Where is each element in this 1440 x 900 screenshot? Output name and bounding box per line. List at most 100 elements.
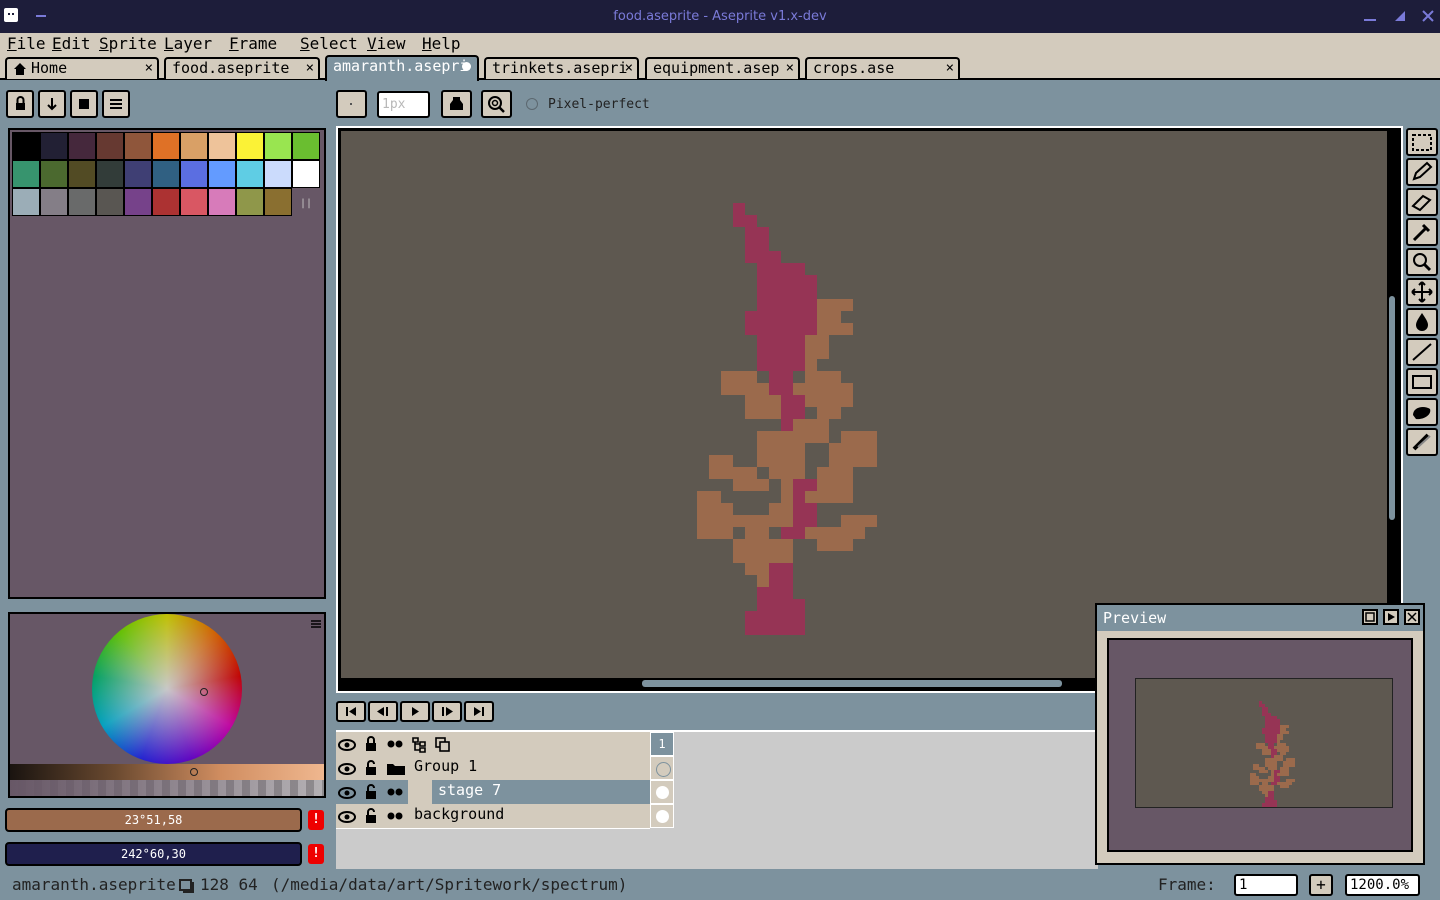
folder-icon[interactable] bbox=[384, 758, 408, 778]
continuous-icon[interactable] bbox=[384, 734, 406, 754]
palette-swatch[interactable] bbox=[12, 132, 40, 160]
lock-palette-button[interactable] bbox=[6, 90, 34, 118]
blur-tool-button[interactable] bbox=[1406, 428, 1438, 456]
frame-input[interactable]: 1 bbox=[1234, 874, 1298, 896]
shade-bar[interactable] bbox=[10, 764, 324, 780]
swatch-size-button[interactable] bbox=[70, 90, 98, 118]
palette-swatch[interactable] bbox=[208, 188, 236, 216]
close-icon[interactable] bbox=[1418, 6, 1438, 26]
continuous-icon[interactable] bbox=[384, 806, 406, 826]
preview-close-button[interactable] bbox=[1404, 609, 1420, 625]
palette-swatch[interactable] bbox=[40, 160, 68, 188]
palette-menu-button[interactable] bbox=[102, 90, 130, 118]
unlock-icon[interactable] bbox=[360, 758, 382, 778]
palette-swatch[interactable] bbox=[180, 188, 208, 216]
palette-swatch[interactable] bbox=[40, 132, 68, 160]
eye-icon[interactable] bbox=[336, 806, 358, 826]
sprite-canvas[interactable] bbox=[341, 131, 1387, 678]
palette-swatch[interactable] bbox=[40, 188, 68, 216]
frame-header-1[interactable]: 1 bbox=[650, 732, 674, 756]
layer-row-stage-7[interactable]: stage 7 bbox=[336, 780, 650, 805]
palette-swatch[interactable] bbox=[180, 132, 208, 160]
palette-swatch[interactable] bbox=[180, 160, 208, 188]
previous-frame-button[interactable] bbox=[368, 701, 398, 722]
palette-swatch[interactable] bbox=[124, 132, 152, 160]
layer-tree-icon[interactable] bbox=[408, 734, 430, 754]
tab-crops[interactable]: crops.ase × bbox=[805, 57, 960, 79]
menu-select[interactable]: Select bbox=[300, 34, 358, 53]
layer-row-background[interactable]: background bbox=[336, 804, 650, 829]
tab-amaranth[interactable]: amaranth.asepri bbox=[325, 55, 479, 81]
rectangle-tool-button[interactable] bbox=[1406, 368, 1438, 396]
eye-icon[interactable] bbox=[336, 734, 358, 754]
next-frame-button[interactable] bbox=[432, 701, 462, 722]
close-tab-icon[interactable]: × bbox=[625, 59, 633, 78]
palette-swatch[interactable] bbox=[96, 160, 124, 188]
first-frame-button[interactable] bbox=[336, 701, 366, 722]
wheel-selector-icon[interactable] bbox=[200, 688, 208, 696]
palette-swatch[interactable] bbox=[236, 188, 264, 216]
palette-swatch[interactable] bbox=[124, 188, 152, 216]
palette-swatch[interactable] bbox=[12, 160, 40, 188]
play-button[interactable] bbox=[400, 701, 430, 722]
palette-swatch[interactable] bbox=[208, 160, 236, 188]
maximize-icon[interactable] bbox=[1390, 6, 1410, 26]
palette-swatch[interactable] bbox=[68, 188, 96, 216]
menu-edit[interactable]: Edit bbox=[52, 34, 91, 53]
palette-swatch[interactable] bbox=[292, 160, 320, 188]
horizontal-scrollbar[interactable] bbox=[642, 680, 1062, 687]
unlock-icon[interactable] bbox=[360, 806, 382, 826]
marquee-tool-button[interactable] bbox=[1406, 128, 1438, 156]
ink-type-button[interactable] bbox=[441, 90, 472, 118]
palette-swatch[interactable] bbox=[12, 188, 40, 216]
preview-viewport[interactable] bbox=[1107, 638, 1413, 852]
paint-bucket-tool-button[interactable] bbox=[1406, 308, 1438, 336]
preview-fit-button[interactable] bbox=[1362, 609, 1378, 625]
menu-sprite[interactable]: Sprite bbox=[99, 34, 157, 53]
cel-stage-7[interactable] bbox=[650, 780, 674, 804]
menu-help[interactable]: Help bbox=[422, 34, 461, 53]
onion-skin-icon[interactable] bbox=[432, 734, 454, 754]
warning-icon[interactable]: ! bbox=[308, 810, 324, 830]
unlock-icon[interactable] bbox=[360, 782, 382, 802]
brush-size-input[interactable]: 1px bbox=[377, 91, 430, 118]
palette-swatch[interactable] bbox=[292, 132, 320, 160]
minimize-icon[interactable] bbox=[1360, 6, 1380, 26]
tab-home[interactable]: Home × bbox=[5, 57, 159, 79]
close-tab-icon[interactable]: × bbox=[306, 59, 314, 78]
palette-swatch[interactable] bbox=[96, 132, 124, 160]
palette-swatch[interactable] bbox=[236, 132, 264, 160]
palette-swatch[interactable] bbox=[208, 132, 236, 160]
eye-icon[interactable] bbox=[336, 758, 358, 778]
tab-food[interactable]: food.aseprite × bbox=[164, 57, 320, 79]
line-tool-button[interactable] bbox=[1406, 338, 1438, 366]
cel-group-1[interactable] bbox=[650, 756, 674, 780]
palette-swatch[interactable] bbox=[124, 160, 152, 188]
menu-layer[interactable]: Layer bbox=[164, 34, 212, 53]
continuous-icon[interactable] bbox=[384, 782, 406, 802]
last-frame-button[interactable] bbox=[464, 701, 494, 722]
close-tab-icon[interactable]: × bbox=[145, 59, 153, 78]
layer-row-group-1[interactable]: Group 1 bbox=[336, 756, 650, 781]
symmetry-button[interactable] bbox=[481, 90, 512, 118]
menu-view[interactable]: View bbox=[367, 34, 406, 53]
shade-selector-icon[interactable] bbox=[190, 768, 198, 776]
palette-swatch[interactable] bbox=[264, 188, 292, 216]
eyedropper-tool-button[interactable] bbox=[1406, 218, 1438, 246]
pixel-perfect-checkbox[interactable] bbox=[526, 98, 538, 110]
palette-swatch[interactable] bbox=[152, 160, 180, 188]
tab-trinkets[interactable]: trinkets.asepri × bbox=[484, 57, 639, 79]
add-frame-button[interactable]: + bbox=[1309, 874, 1333, 896]
background-color-button[interactable]: 242°60,30 bbox=[5, 842, 302, 866]
preview-play-button[interactable] bbox=[1383, 609, 1399, 625]
warning-icon[interactable]: ! bbox=[308, 844, 324, 864]
palette-swatch[interactable] bbox=[264, 132, 292, 160]
palette-swatch[interactable] bbox=[68, 132, 96, 160]
lock-icon[interactable] bbox=[360, 734, 382, 754]
pencil-tool-button[interactable] bbox=[1406, 158, 1438, 186]
close-tab-icon[interactable]: × bbox=[786, 59, 794, 78]
eye-icon[interactable] bbox=[336, 782, 358, 802]
brush-type-button[interactable] bbox=[336, 90, 367, 118]
tab-equipment[interactable]: equipment.asep × bbox=[645, 57, 800, 79]
contour-tool-button[interactable] bbox=[1406, 398, 1438, 426]
